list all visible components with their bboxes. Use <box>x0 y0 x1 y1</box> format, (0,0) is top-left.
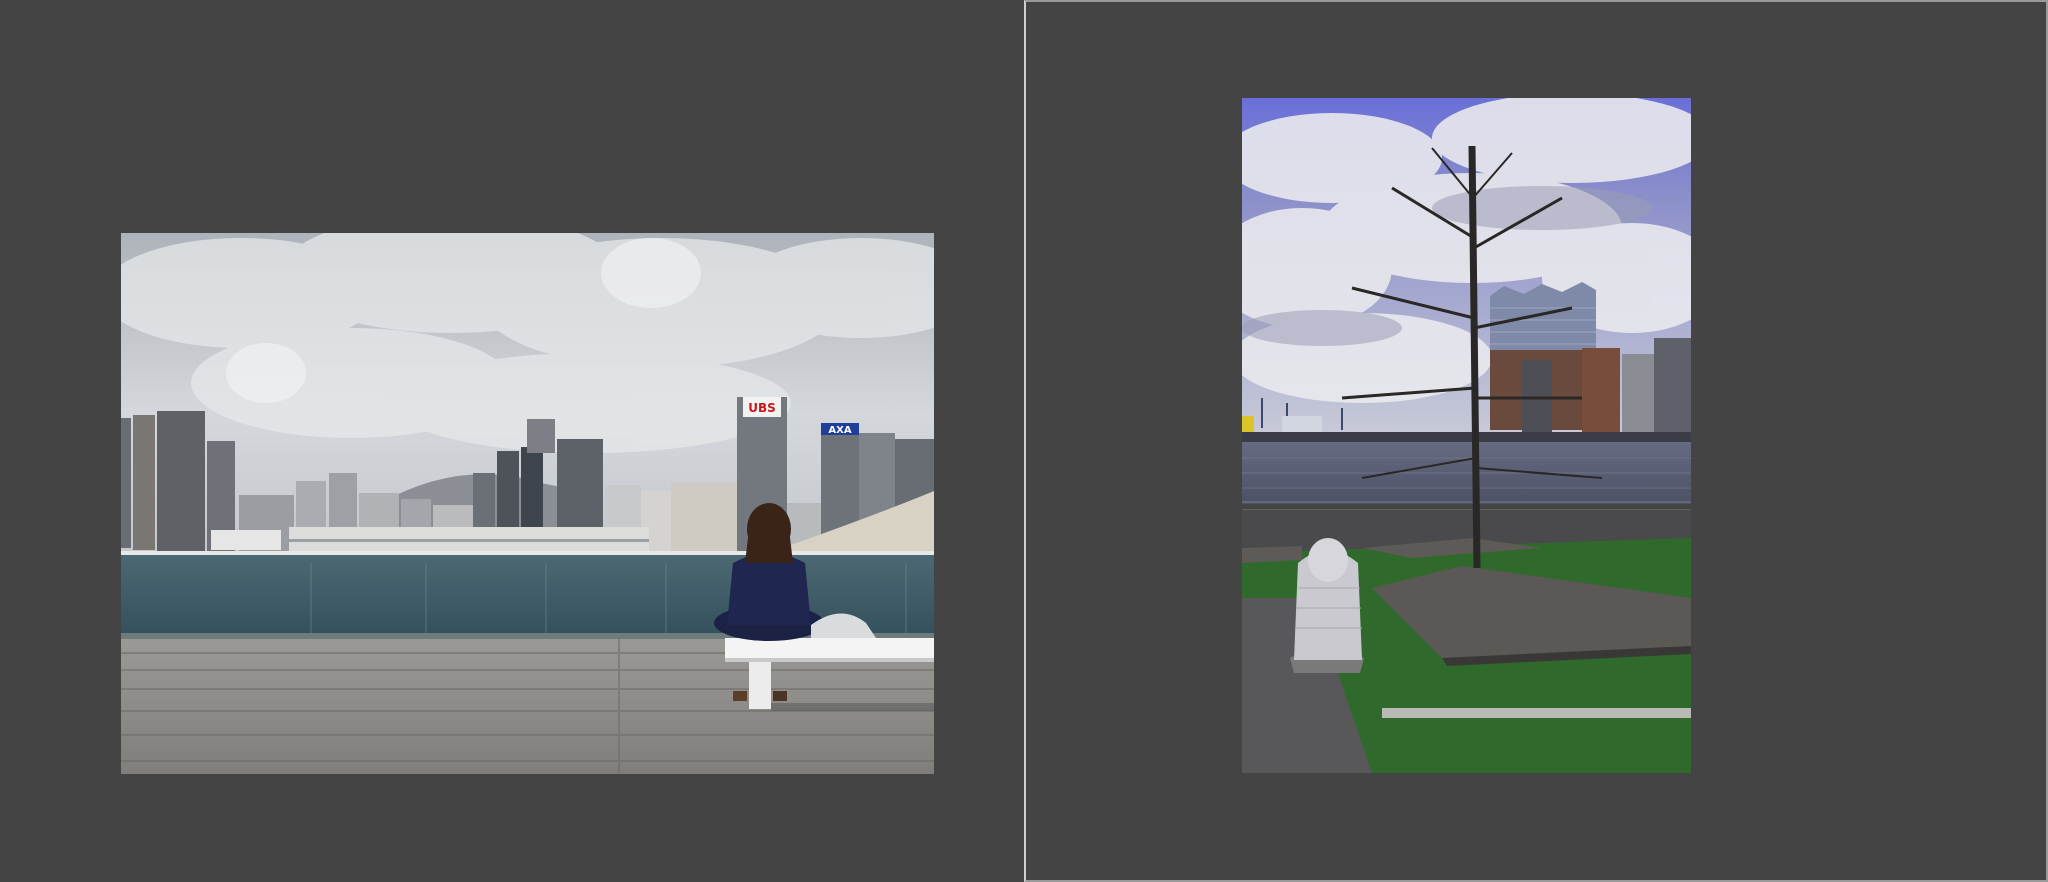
brick-building <box>1582 348 1620 434</box>
harbour-photo: UBS AXA <box>121 233 934 774</box>
park-photo <box>1242 98 1691 773</box>
ferry <box>211 530 281 550</box>
axa-sign: AXA <box>828 425 851 436</box>
harbour-scene: UBS AXA <box>121 233 934 774</box>
quay <box>1242 432 1691 442</box>
left-photo-panel[interactable]: UBS AXA <box>0 0 1024 882</box>
ubs-sign: UBS <box>748 401 776 415</box>
right-photo-panel[interactable] <box>1024 0 2048 882</box>
park-scene <box>1242 98 1691 773</box>
